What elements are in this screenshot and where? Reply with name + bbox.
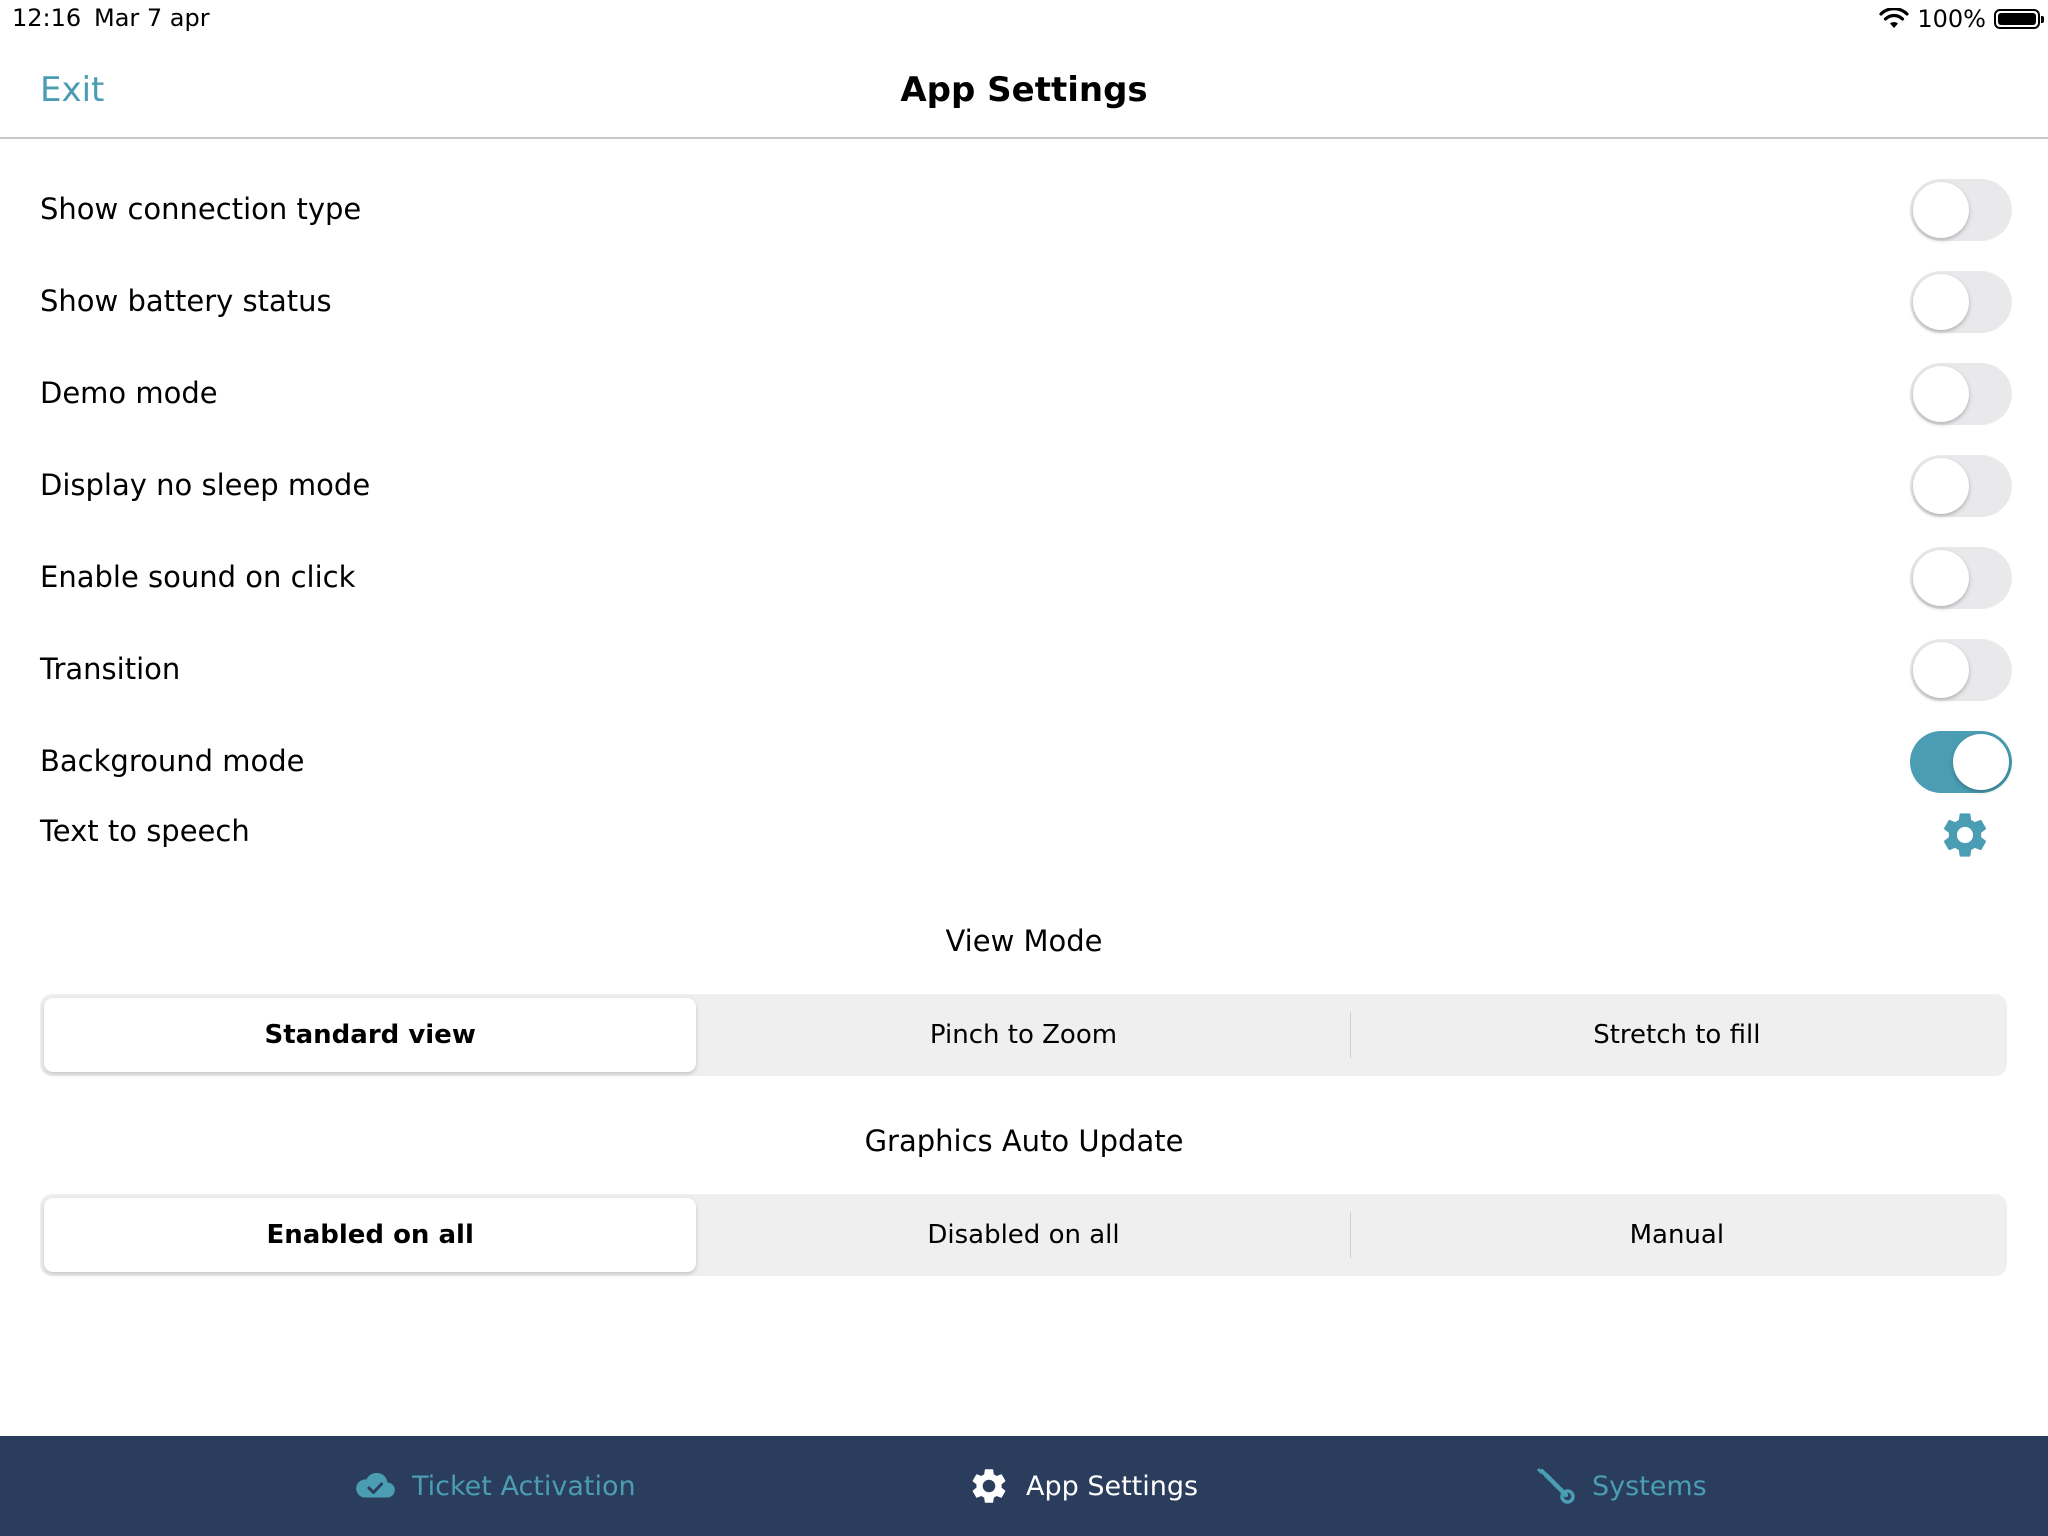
toggle-knob (1913, 550, 1969, 606)
setting-label: Background mode (40, 744, 305, 778)
battery-percentage: 100% (1917, 5, 1986, 33)
gear-icon (972, 1469, 1006, 1503)
setting-row-transition: Transition (0, 624, 2048, 716)
show-battery-status-toggle[interactable] (1910, 271, 2012, 333)
setting-label: Show connection type (40, 192, 362, 226)
tab-label: Systems (1592, 1470, 1707, 1502)
toggle-knob (1913, 274, 1969, 330)
graphics-auto-update-segmented-control: Enabled on all Disabled on all Manual (40, 1194, 2007, 1276)
setting-row-show-battery-status: Show battery status (0, 256, 2048, 348)
tab-label: Ticket Activation (412, 1470, 636, 1502)
page-title: App Settings (900, 70, 1148, 110)
gear-icon[interactable] (1938, 808, 1992, 862)
tab-app-settings[interactable]: App Settings (968, 1464, 1198, 1508)
display-no-sleep-mode-toggle[interactable] (1910, 455, 2012, 517)
graphics-auto-update-title: Graphics Auto Update (864, 1124, 1184, 1158)
toggle-knob (1913, 642, 1969, 698)
setting-label: Enable sound on click (40, 560, 356, 594)
segment-standard-view[interactable]: Standard view (44, 998, 697, 1072)
tab-ticket-activation[interactable]: Ticket Activation (354, 1464, 636, 1508)
segment-enabled-on-all[interactable]: Enabled on all (44, 1198, 697, 1272)
status-indicators: 100% (1879, 4, 2044, 34)
setting-row-text-to-speech: Text to speech (0, 808, 2048, 888)
setting-row-background-mode: Background mode (0, 716, 2048, 808)
background-mode-toggle[interactable] (1910, 731, 2012, 793)
setting-row-show-connection-type: Show connection type (0, 164, 2048, 256)
toggle-knob (1913, 366, 1969, 422)
tab-label: App Settings (1026, 1470, 1199, 1502)
status-date: Mar 7 apr (94, 4, 210, 32)
battery-icon (1994, 9, 2044, 29)
setting-row-enable-sound-on-click: Enable sound on click (0, 532, 2048, 624)
tab-bar: Ticket Activation App Settings Systems (0, 1436, 2048, 1536)
show-connection-type-toggle[interactable] (1910, 179, 2012, 241)
setting-label: Demo mode (40, 376, 218, 410)
demo-mode-toggle[interactable] (1910, 363, 2012, 425)
setting-row-display-no-sleep-mode: Display no sleep mode (0, 440, 2048, 532)
tab-systems[interactable]: Systems (1534, 1464, 1707, 1508)
segment-disabled-on-all[interactable]: Disabled on all (697, 1198, 1349, 1272)
wifi-icon (1879, 8, 1909, 28)
settings-list: Show connection type Show battery status… (0, 164, 2048, 888)
segment-manual[interactable]: Manual (1351, 1198, 2003, 1272)
setting-label: Transition (40, 652, 181, 686)
toggle-knob (1953, 734, 2009, 790)
view-mode-title: View Mode (945, 924, 1103, 958)
transition-toggle[interactable] (1910, 639, 2012, 701)
status-bar: 12:16 Mar 7 apr 100% (0, 0, 2048, 40)
toggle-knob (1913, 182, 1969, 238)
wrench-icon (1537, 1468, 1575, 1504)
setting-row-demo-mode: Demo mode (0, 348, 2048, 440)
toggle-knob (1913, 458, 1969, 514)
segment-stretch-to-fill[interactable]: Stretch to fill (1351, 998, 2003, 1072)
setting-label: Text to speech (40, 814, 250, 848)
setting-label: Show battery status (40, 284, 332, 318)
cloud-check-icon (356, 1472, 395, 1498)
status-time: 12:16 (12, 4, 82, 32)
navigation-bar: Exit App Settings (0, 40, 2048, 139)
view-mode-segmented-control: Standard view Pinch to Zoom Stretch to f… (40, 994, 2007, 1076)
enable-sound-on-click-toggle[interactable] (1910, 547, 2012, 609)
segment-pinch-to-zoom[interactable]: Pinch to Zoom (697, 998, 1349, 1072)
setting-label: Display no sleep mode (40, 468, 371, 502)
